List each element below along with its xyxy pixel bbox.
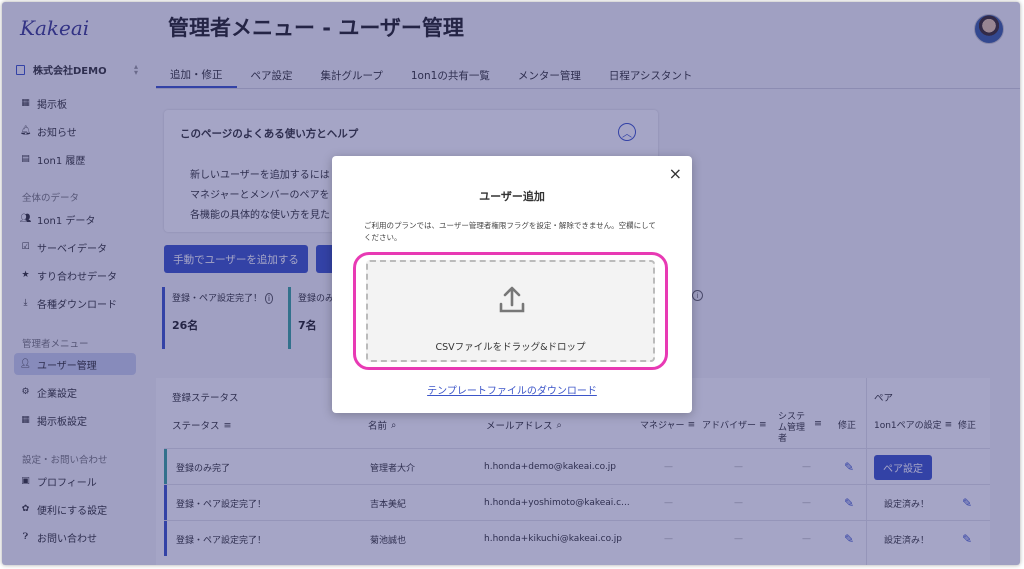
close-icon[interactable]: × bbox=[669, 164, 682, 183]
app-window: Kakeai 株式会社DEMO ▴ ▾ ▦ 掲示板 🔔︎ お知らせ ▤ 1on1 … bbox=[2, 2, 1020, 565]
drop-zone-label: CSVファイルをドラッグ&ドロップ bbox=[435, 342, 586, 353]
upload-icon bbox=[499, 286, 525, 313]
template-download-link[interactable]: テンプレートファイルのダウンロード bbox=[332, 382, 692, 397]
csv-drop-zone[interactable]: CSVファイルをドラッグ&ドロップ bbox=[366, 260, 655, 362]
modal-note: ご利用のプランでは、ユーザー管理者権限フラグを設定・解除できません。空欄にしてく… bbox=[364, 221, 656, 242]
modal-title: ユーザー追加 bbox=[479, 190, 545, 203]
add-user-modal: × ユーザー追加 ご利用のプランでは、ユーザー管理者権限フラグを設定・解除できま… bbox=[332, 156, 692, 413]
